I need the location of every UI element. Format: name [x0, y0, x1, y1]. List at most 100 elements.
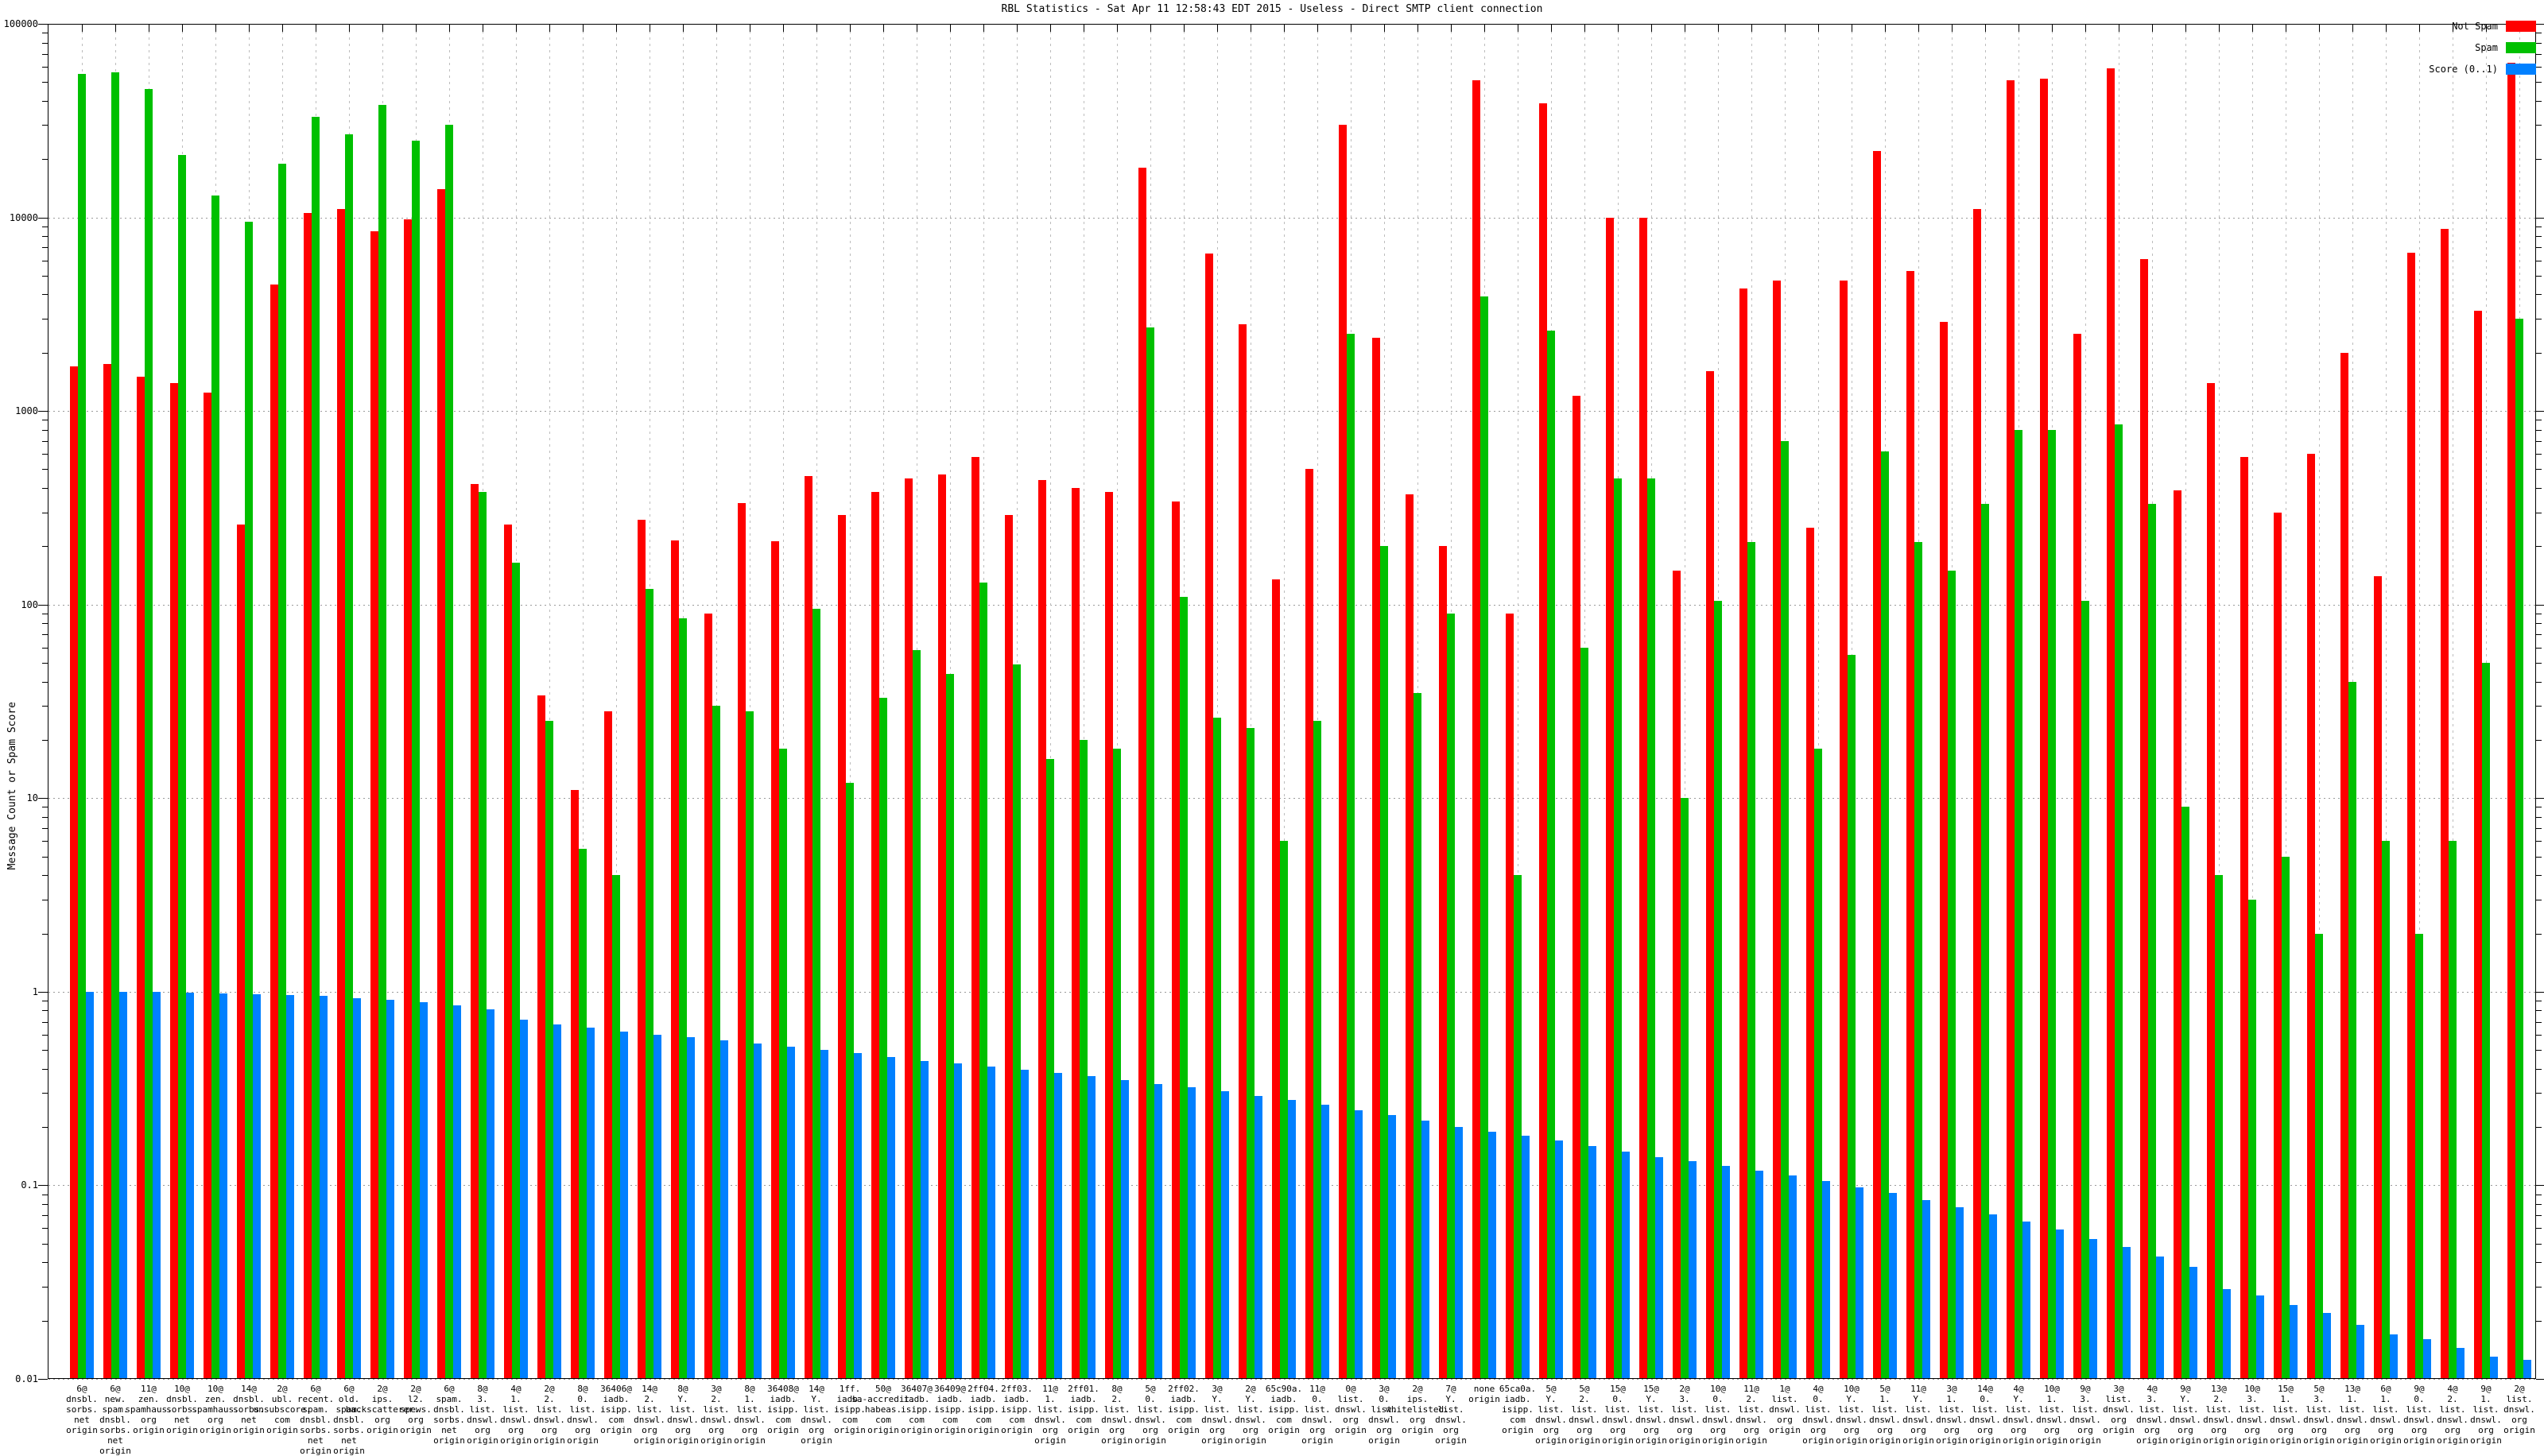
x-top-tick — [82, 25, 83, 32]
x-tick-label: 15@ Y. list. dnswl. org origin — [1635, 1384, 1667, 1446]
y-minor-tick — [2536, 648, 2542, 649]
legend: Not Spam Spam Score (0..1) — [2429, 20, 2536, 84]
y-minor-tick — [42, 454, 48, 455]
y-minor-tick — [2536, 546, 2542, 547]
x-top-tick — [2419, 25, 2420, 32]
x-tick-label: 10@ 3. list. dnswl. org origin — [2236, 1384, 2268, 1446]
x-tick-label: 11@ Y. list. dnswl. org origin — [1902, 1384, 1934, 1446]
y-minor-tick — [2536, 294, 2542, 295]
legend-entry: Not Spam — [2429, 20, 2536, 33]
x-top-tick — [1818, 25, 1819, 32]
y-minor-tick — [42, 1022, 48, 1023]
x-tick-label: 14@ Y. list. dnswl. org origin — [801, 1384, 832, 1446]
y-major-tick — [38, 605, 48, 606]
y-minor-tick — [42, 623, 48, 624]
y-major-tick — [2536, 605, 2544, 606]
legend-swatch — [2506, 21, 2536, 32]
y-minor-tick — [2536, 1287, 2542, 1288]
x-top-tick — [1952, 25, 1953, 32]
y-tick-label: 0.1 — [2, 1179, 38, 1191]
x-top-tick — [1718, 25, 1719, 32]
x-tick-label: 3@ list. dnswl. org origin — [2103, 1384, 2135, 1435]
y-major-tick — [2536, 1185, 2544, 1186]
legend-entry: Score (0..1) — [2429, 63, 2536, 76]
y-minor-tick — [42, 67, 48, 68]
y-major-tick — [38, 411, 48, 412]
x-tick-label: 3@ Y. list. dnswl. org origin — [1201, 1384, 1233, 1446]
x-top-tick — [1751, 25, 1752, 32]
x-tick-label: 5@ Y. list. dnswl. org origin — [1535, 1384, 1567, 1446]
x-tick-label: none origin — [1468, 1384, 1500, 1404]
y-major-tick — [38, 1379, 48, 1380]
x-top-tick — [616, 25, 617, 32]
y-minor-tick — [2536, 857, 2542, 858]
y-minor-tick — [2536, 67, 2542, 68]
x-tick-label: 10@ 1. list. dnswl. org origin — [2036, 1384, 2068, 1446]
x-tick-label: 36409@ iadb. isipp. com origin — [934, 1384, 966, 1435]
x-tick-label: 6@ recent. spam. dnsbl. sorbs. net origi… — [297, 1384, 334, 1456]
x-top-tick — [516, 25, 517, 32]
x-tick-label: 6@ spam. dnsbl. sorbs. net origin — [433, 1384, 465, 1446]
y-minor-tick — [42, 469, 48, 470]
x-tick-label: 0@ list. dnswl. org origin — [1335, 1384, 1367, 1435]
y-minor-tick — [42, 1287, 48, 1288]
x-top-tick — [2185, 25, 2186, 32]
x-tick-label: 2ff02. iadb. isipp. com origin — [1168, 1384, 1200, 1435]
y-major-tick — [2536, 992, 2544, 993]
x-top-tick — [449, 25, 450, 32]
x-top-tick — [215, 25, 216, 32]
y-minor-tick — [2536, 247, 2542, 248]
y-minor-tick — [2536, 1069, 2542, 1070]
y-minor-tick — [42, 706, 48, 707]
y-minor-tick — [2536, 1321, 2542, 1322]
x-top-tick — [1050, 25, 1051, 32]
y-major-tick — [38, 1185, 48, 1186]
y-minor-tick — [2536, 682, 2542, 683]
x-tick-label: 2ff04. iadb. isipp. com origin — [968, 1384, 999, 1435]
y-minor-tick — [42, 247, 48, 248]
x-tick-label: 3@ 1. list. dnswl. org origin — [1936, 1384, 1968, 1446]
y-minor-tick — [42, 1321, 48, 1322]
x-top-tick — [2352, 25, 2353, 32]
x-tick-label: 4@ 1. list. dnswl. org origin — [500, 1384, 532, 1446]
x-tick-label: 11@ 2. list. dnswl. org origin — [1735, 1384, 1767, 1446]
y-minor-tick — [42, 236, 48, 237]
x-top-tick — [2085, 25, 2086, 32]
x-tick-label: 3@ 2. list. dnswl. org origin — [700, 1384, 732, 1446]
y-minor-tick — [42, 276, 48, 277]
x-tick-label: 11@ 0. list. dnswl. org origin — [1301, 1384, 1333, 1446]
y-minor-tick — [42, 1010, 48, 1011]
y-minor-tick — [2536, 1127, 2542, 1128]
legend-entry: Spam — [2429, 41, 2536, 54]
x-top-tick — [282, 25, 283, 32]
y-minor-tick — [42, 663, 48, 664]
x-tick-label: 10@ zen. spamhaus. org origin — [192, 1384, 239, 1435]
y-minor-tick — [2536, 54, 2542, 55]
y-minor-tick — [42, 488, 48, 489]
y-minor-tick — [2536, 43, 2542, 44]
x-tick-label: 36406@ iadb. isipp. com origin — [600, 1384, 632, 1435]
y-major-tick — [38, 798, 48, 799]
x-tick-label: 36408@ iadb. isipp. com origin — [767, 1384, 799, 1435]
y-minor-tick — [2536, 1035, 2542, 1036]
y-minor-tick — [2536, 441, 2542, 442]
x-top-tick — [1384, 25, 1385, 32]
legend-swatch — [2506, 64, 2536, 75]
y-minor-tick — [42, 1204, 48, 1205]
y-major-tick — [38, 24, 48, 25]
x-tick-label: 9@ 0. list. dnswl. org origin — [2403, 1384, 2435, 1446]
y-minor-tick — [2536, 634, 2542, 635]
y-minor-tick — [2536, 430, 2542, 431]
y-minor-tick — [2536, 1050, 2542, 1051]
x-top-tick — [1184, 25, 1185, 32]
x-tick-label: 14@ 0. list. dnswl. org origin — [1969, 1384, 2001, 1446]
x-top-tick — [850, 25, 851, 32]
x-top-tick — [583, 25, 584, 32]
x-top-tick — [883, 25, 884, 32]
x-top-tick — [1551, 25, 1552, 32]
legend-label: Not Spam — [2452, 21, 2498, 32]
y-minor-tick — [42, 43, 48, 44]
legend-swatch — [2506, 42, 2536, 53]
y-minor-tick — [42, 101, 48, 102]
y-major-tick — [2536, 1379, 2544, 1380]
